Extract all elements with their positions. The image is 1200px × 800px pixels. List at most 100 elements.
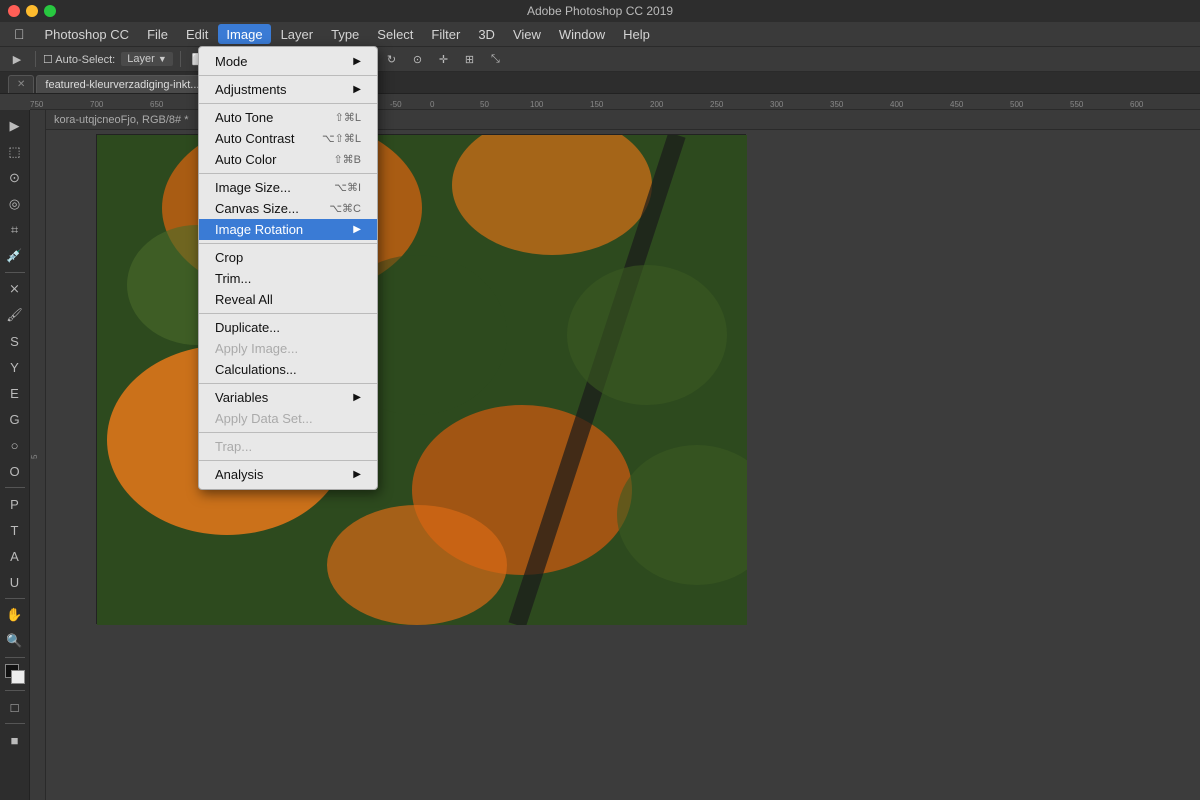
toolbar-separator-2 bbox=[180, 51, 181, 67]
menu-3d[interactable]: 3D bbox=[470, 24, 503, 44]
auto-select-label: ☐ Auto-Select: bbox=[43, 53, 115, 66]
type-tool[interactable]: T bbox=[3, 518, 27, 542]
menu-mode[interactable]: Mode ▶ bbox=[199, 51, 377, 72]
menu-crop-label: Crop bbox=[215, 250, 243, 265]
dropdown-sep-2 bbox=[199, 103, 377, 104]
dropdown-sep-1 bbox=[199, 75, 377, 76]
minimize-button[interactable] bbox=[26, 5, 38, 17]
menu-select[interactable]: Select bbox=[369, 24, 421, 44]
menu-apply-data-set: Apply Data Set... bbox=[199, 408, 377, 429]
menu-filter[interactable]: Filter bbox=[423, 24, 468, 44]
eyedropper-tool[interactable]: 💉 bbox=[3, 244, 27, 268]
menu-auto-contrast[interactable]: Auto Contrast ⌥⇧⌘L bbox=[199, 128, 377, 149]
document-tab[interactable]: featured-kleurverzadiging-inkt... bbox=[36, 75, 208, 93]
left-toolbar-sep-1 bbox=[5, 272, 25, 273]
clone-stamp-tool[interactable]: S bbox=[3, 329, 27, 353]
menu-auto-contrast-shortcut: ⌥⇧⌘L bbox=[322, 132, 361, 145]
menu-view[interactable]: View bbox=[505, 24, 549, 44]
color-swatches[interactable] bbox=[5, 664, 25, 684]
3d-slide-btn[interactable]: ⊞ bbox=[458, 48, 480, 70]
3d-pan-btn[interactable]: ✛ bbox=[432, 48, 454, 70]
menu-type[interactable]: Type bbox=[323, 24, 367, 44]
menu-auto-color[interactable]: Auto Color ⇧⌘B bbox=[199, 149, 377, 170]
canvas-image[interactable] bbox=[96, 134, 746, 624]
history-brush-tool[interactable]: Y bbox=[3, 355, 27, 379]
menu-canvas-size-shortcut: ⌥⌘C bbox=[329, 202, 361, 215]
quick-select-tool[interactable]: ◎ bbox=[3, 192, 27, 216]
move-tool-btn[interactable]: ▶ bbox=[6, 48, 28, 70]
3d-rotate-btn[interactable]: ↻ bbox=[380, 48, 402, 70]
auto-select-value[interactable]: Layer ▼ bbox=[121, 52, 173, 66]
menu-apply-image-label: Apply Image... bbox=[215, 341, 298, 356]
menu-canvas-size-label: Canvas Size... bbox=[215, 201, 299, 216]
brush-tool[interactable]: 🖌 bbox=[3, 303, 27, 327]
image-menu-dropdown: Mode ▶ Adjustments ▶ Auto Tone ⇧⌘L Auto … bbox=[198, 46, 378, 490]
menu-duplicate-label: Duplicate... bbox=[215, 320, 280, 335]
menu-trap-label: Trap... bbox=[215, 439, 252, 454]
close-button[interactable] bbox=[8, 5, 20, 17]
dropdown-sep-4 bbox=[199, 243, 377, 244]
3d-roll-btn[interactable]: ⊙ bbox=[406, 48, 428, 70]
menu-photoshop[interactable]: Photoshop CC bbox=[37, 24, 138, 44]
left-toolbar-sep-2 bbox=[5, 487, 25, 488]
menu-image-rotation-label: Image Rotation bbox=[215, 222, 303, 237]
menu-auto-color-shortcut: ⇧⌘B bbox=[333, 153, 361, 166]
tab-close-icon[interactable]: ✕ bbox=[17, 79, 25, 90]
window-controls bbox=[8, 5, 56, 17]
menu-analysis[interactable]: Analysis ▶ bbox=[199, 464, 377, 485]
menu-analysis-label: Analysis bbox=[215, 467, 263, 482]
3d-scale-btn[interactable]: ⤡ bbox=[484, 48, 506, 70]
document-tab-close[interactable]: ✕ bbox=[8, 75, 34, 93]
menu-file[interactable]: File bbox=[139, 24, 176, 44]
menu-image-rotation[interactable]: Image Rotation ▶ bbox=[199, 219, 377, 240]
ruler-vertical: 54321 012345 bbox=[30, 110, 46, 800]
menu-trim-label: Trim... bbox=[215, 271, 251, 286]
lasso-tool[interactable]: ⊙ bbox=[3, 166, 27, 190]
menu-auto-tone[interactable]: Auto Tone ⇧⌘L bbox=[199, 107, 377, 128]
screen-mode-btn[interactable]: ■ bbox=[3, 728, 27, 752]
pen-tool[interactable]: P bbox=[3, 492, 27, 516]
menu-variables[interactable]: Variables ▶ bbox=[199, 387, 377, 408]
menu-window[interactable]: Window bbox=[551, 24, 613, 44]
menu-trim[interactable]: Trim... bbox=[199, 268, 377, 289]
healing-brush-tool[interactable]: ⨯ bbox=[3, 277, 27, 301]
menu-image-size-label: Image Size... bbox=[215, 180, 291, 195]
blur-tool[interactable]: ○ bbox=[3, 433, 27, 457]
menu-reveal-all-label: Reveal All bbox=[215, 292, 273, 307]
background-color[interactable] bbox=[11, 670, 25, 684]
menu-canvas-size[interactable]: Canvas Size... ⌥⌘C bbox=[199, 198, 377, 219]
menu-image-size-shortcut: ⌥⌘I bbox=[334, 181, 361, 194]
maximize-button[interactable] bbox=[44, 5, 56, 17]
menu-bar:  Photoshop CC File Edit Image Layer Typ… bbox=[0, 22, 1200, 46]
dropdown-sep-6 bbox=[199, 383, 377, 384]
crop-tool[interactable]: ⌗ bbox=[3, 218, 27, 242]
zoom-tool[interactable]: 🔍 bbox=[3, 629, 27, 653]
menu-image[interactable]: Image bbox=[218, 24, 270, 44]
menu-duplicate[interactable]: Duplicate... bbox=[199, 317, 377, 338]
gradient-tool[interactable]: G bbox=[3, 407, 27, 431]
menu-adjustments[interactable]: Adjustments ▶ bbox=[199, 79, 377, 100]
apple-menu[interactable]:  bbox=[4, 24, 35, 44]
menu-trap: Trap... bbox=[199, 436, 377, 457]
eraser-tool[interactable]: E bbox=[3, 381, 27, 405]
quick-mask-btn[interactable]: □ bbox=[3, 695, 27, 719]
window-title: Adobe Photoshop CC 2019 bbox=[527, 4, 673, 18]
menu-image-rotation-arrow: ▶ bbox=[353, 224, 361, 235]
menu-image-size[interactable]: Image Size... ⌥⌘I bbox=[199, 177, 377, 198]
menu-calculations[interactable]: Calculations... bbox=[199, 359, 377, 380]
dodge-tool[interactable]: O bbox=[3, 459, 27, 483]
move-tool[interactable]: ▶ bbox=[3, 114, 27, 138]
dropdown-sep-3 bbox=[199, 173, 377, 174]
menu-layer[interactable]: Layer bbox=[273, 24, 322, 44]
menu-help[interactable]: Help bbox=[615, 24, 658, 44]
menu-crop[interactable]: Crop bbox=[199, 247, 377, 268]
menu-edit[interactable]: Edit bbox=[178, 24, 216, 44]
shape-tool[interactable]: U bbox=[3, 570, 27, 594]
rectangular-marquee-tool[interactable]: ⬚ bbox=[3, 140, 27, 164]
hand-tool[interactable]: ✋ bbox=[3, 603, 27, 627]
dropdown-sep-7 bbox=[199, 432, 377, 433]
menu-mode-label: Mode bbox=[215, 54, 248, 69]
path-select-tool[interactable]: A bbox=[3, 544, 27, 568]
dropdown-sep-5 bbox=[199, 313, 377, 314]
menu-reveal-all[interactable]: Reveal All bbox=[199, 289, 377, 310]
